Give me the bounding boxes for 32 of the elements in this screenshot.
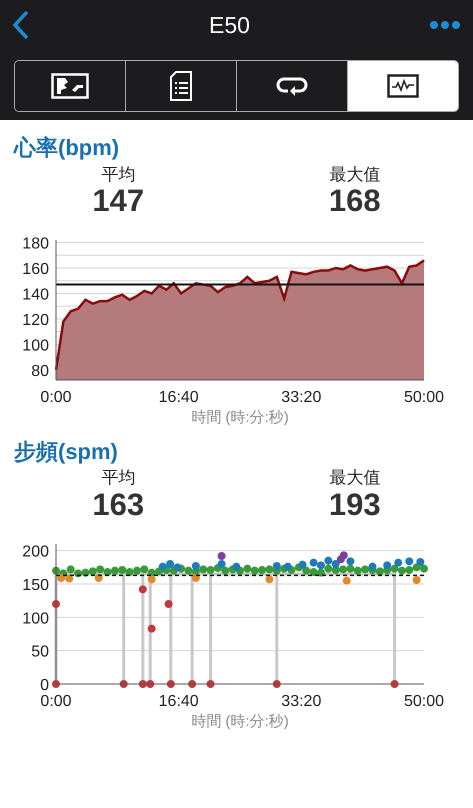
axis-tick-label: 150 (22, 576, 49, 594)
axis-tick-label: 0:00 (40, 388, 72, 406)
axis-tick-label: 50:00 (404, 388, 444, 406)
stat-label: 最大值 (329, 467, 380, 488)
axis-tick-label: 33:20 (281, 388, 322, 406)
screen-title: E50 (209, 10, 250, 40)
axis-title: 時間 (時:分:秒) (191, 712, 289, 730)
axis-tick-label: 80 (31, 362, 49, 380)
stat-label: 平均 (101, 467, 136, 488)
axis-tick-label: 16:40 (158, 692, 199, 710)
axis-tick-label: 120 (22, 312, 49, 329)
stat-value: 193 (328, 488, 381, 520)
axis-tick-label: 140 (22, 286, 49, 304)
axis-tick-label: 50:00 (404, 692, 444, 710)
section-title: 步頻(spm) (13, 438, 119, 466)
axis-tick-label: 180 (22, 235, 49, 252)
axis-tick-label: 100 (22, 337, 49, 354)
stat-value: 163 (92, 488, 144, 520)
axis-tick-label: 200 (22, 543, 49, 560)
stat-label: 最大值 (329, 164, 380, 185)
stat-value: 168 (328, 184, 381, 216)
axis-title: 時間 (時:分:秒) (191, 408, 289, 426)
axis-tick-label: 0 (40, 676, 49, 694)
axis-tick-label: 100 (22, 610, 49, 627)
axis-tick-label: 33:20 (281, 692, 322, 710)
stat-label: 平均 (101, 164, 136, 185)
axis-tick-label: 160 (22, 260, 49, 278)
section-title: 心率(bpm) (12, 134, 120, 162)
stat-value: 147 (92, 184, 144, 216)
axis-tick-label: 0:00 (40, 692, 72, 710)
axis-tick-label: 16:40 (158, 388, 199, 406)
axis-tick-label: 50 (31, 643, 49, 660)
